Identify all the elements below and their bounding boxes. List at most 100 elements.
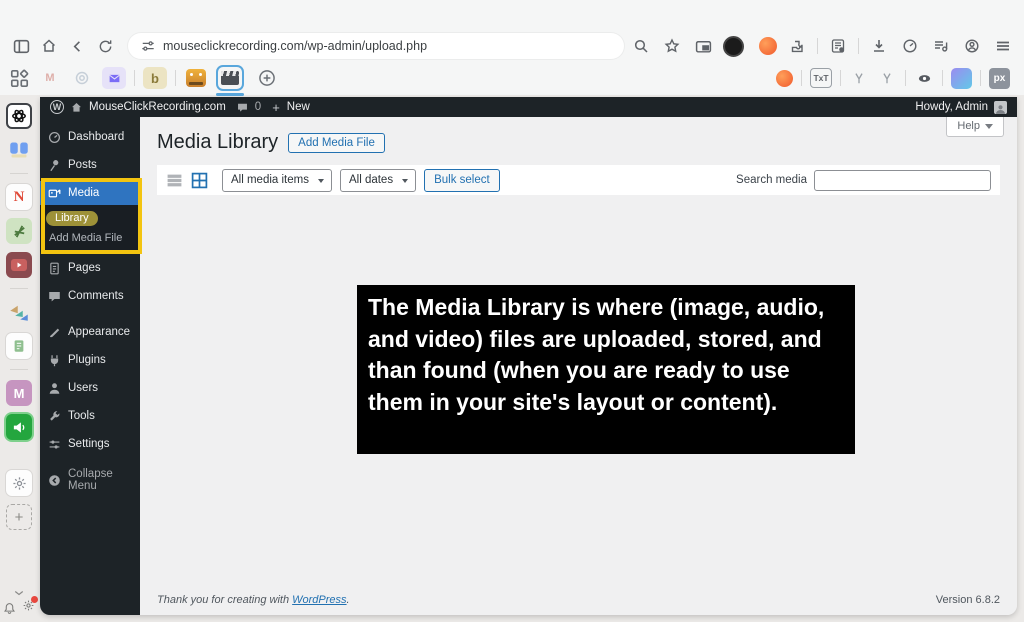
zoom-icon[interactable] [630, 35, 652, 57]
site-name-link[interactable]: MouseClickRecording.com [89, 101, 226, 113]
wand-ext-icon-1[interactable] [849, 68, 869, 88]
reload-icon[interactable] [94, 35, 116, 57]
app-dock: N M + [0, 95, 38, 622]
settings-gear-icon[interactable] [22, 599, 35, 617]
workspaces-grid-icon[interactable] [8, 67, 30, 89]
green-doc-app-icon[interactable] [6, 333, 32, 359]
wp-admin-bar: W MouseClickRecording.com 0 + New Howdy,… [40, 97, 1017, 117]
howdy-text[interactable]: Howdy, Admin [915, 101, 988, 113]
sidebar-item-collapse-menu[interactable]: Collapse Menu [40, 468, 140, 492]
download-icon[interactable] [868, 35, 890, 57]
extension-badges: TxT px [776, 68, 1016, 89]
divider [840, 70, 841, 86]
chevron-down-icon[interactable] [13, 589, 25, 597]
px-ext-icon[interactable]: px [989, 68, 1010, 89]
site-permissions-icon[interactable] [140, 39, 155, 54]
site-home-icon[interactable] [71, 102, 82, 113]
txt-ext-icon[interactable]: TxT [810, 68, 832, 88]
help-button[interactable]: Help [946, 117, 1004, 137]
pinned-tab-ring[interactable] [70, 67, 94, 89]
footer-thanks-text: Thank you for creating with WordPress. [157, 594, 350, 606]
account-icon[interactable] [961, 35, 983, 57]
new-content-link[interactable]: New [287, 101, 310, 113]
sidebar-item-appearance[interactable]: Appearance [40, 320, 140, 344]
tools-wrench-icon [48, 410, 61, 423]
add-app-icon[interactable]: + [6, 504, 32, 530]
sidebar-item-media[interactable]: Media [40, 181, 140, 205]
comments-icon [48, 290, 61, 303]
sidebar-item-settings[interactable]: Settings [40, 432, 140, 456]
canva-ext-icon[interactable] [951, 68, 972, 89]
sidebar-item-users[interactable]: Users [40, 376, 140, 400]
settings-app-icon[interactable] [6, 470, 32, 496]
date-filter-select[interactable]: All dates [340, 169, 416, 192]
media-type-filter-select[interactable]: All media items [222, 169, 332, 192]
speaker-app-icon[interactable] [6, 414, 32, 440]
chatgpt-app-icon[interactable] [6, 103, 32, 129]
menu-gap [40, 312, 140, 320]
media-queue-icon[interactable] [930, 35, 952, 57]
profile-avatar-dark[interactable] [723, 36, 744, 57]
m-app-icon[interactable]: M [6, 380, 32, 406]
divider [134, 70, 135, 86]
notifications-bell-icon[interactable] [3, 602, 16, 615]
sidebar-toggle-icon[interactable] [10, 35, 32, 57]
pinned-tab-clapper-active[interactable] [216, 65, 244, 91]
wordpress-logo-icon[interactable]: W [50, 100, 64, 114]
back-icon[interactable] [66, 35, 88, 57]
performance-gauge-icon[interactable] [899, 35, 921, 57]
orange-ext-icon[interactable] [776, 70, 793, 87]
bulk-select-button[interactable]: Bulk select [424, 169, 500, 192]
menu-icon[interactable] [992, 35, 1014, 57]
eye-ext-icon[interactable] [914, 68, 934, 88]
list-view-icon[interactable] [166, 172, 183, 189]
sidebar-item-plugins[interactable]: Plugins [40, 348, 140, 372]
url-text: mouseclickrecording.com/wp-admin/upload.… [163, 39, 427, 53]
grid-view-icon[interactable] [191, 172, 208, 189]
pinned-tab-m[interactable]: M [38, 67, 62, 89]
pinned-tab-b[interactable]: b [143, 67, 167, 89]
shapes-app-icon[interactable] [6, 299, 32, 325]
sidebar-item-dashboard[interactable]: Dashboard [40, 125, 140, 149]
admin-avatar[interactable] [994, 101, 1007, 114]
posts-pin-icon [48, 159, 61, 172]
clapperboard-icon [221, 71, 239, 85]
home-icon[interactable] [38, 35, 60, 57]
dashboard-icon [48, 131, 61, 144]
plus-icon[interactable]: + [272, 100, 280, 115]
appearance-brush-icon [48, 326, 61, 339]
picture-in-picture-icon[interactable] [692, 35, 714, 57]
video-player-app-icon[interactable] [6, 252, 32, 278]
pinned-tab-robot[interactable] [184, 67, 208, 89]
extensions-puzzle-icon[interactable] [786, 35, 808, 57]
submenu-item-add-media-file[interactable]: Add Media File [40, 228, 140, 246]
add-media-file-button[interactable]: Add Media File [288, 133, 385, 153]
sidebar-item-tools[interactable]: Tools [40, 404, 140, 428]
extension-orange-icon[interactable] [759, 37, 777, 55]
pinned-tab-strip: M b T [0, 63, 1024, 93]
sidebar-item-comments[interactable]: Comments [40, 284, 140, 308]
green-scribble-app-icon[interactable] [6, 218, 32, 244]
n-app-icon[interactable]: N [6, 184, 32, 210]
url-bar[interactable]: mouseclickrecording.com/wp-admin/upload.… [128, 33, 624, 59]
submenu-item-library[interactable]: Library [46, 211, 98, 226]
blue-folders-app-icon[interactable] [6, 137, 32, 163]
chevron-down-icon [985, 124, 993, 129]
new-tab-icon[interactable] [256, 67, 278, 89]
comment-count[interactable]: 0 [255, 101, 261, 113]
sidebar-item-pages[interactable]: Pages [40, 256, 140, 280]
dock-divider [10, 173, 28, 174]
comments-bubble-icon[interactable] [237, 102, 248, 113]
search-media-input[interactable] [814, 170, 991, 191]
wand-ext-icon-2[interactable] [877, 68, 897, 88]
notification-dot [31, 596, 38, 603]
divider [942, 70, 943, 86]
pinned-tab-mail[interactable] [102, 67, 126, 89]
reading-list-icon[interactable] [827, 35, 849, 57]
sidebar-item-posts[interactable]: Posts [40, 153, 140, 177]
bookmark-star-icon[interactable] [661, 35, 683, 57]
dock-bottom-controls [3, 589, 35, 622]
wordpress-link[interactable]: WordPress [292, 594, 346, 606]
browser-chrome: mouseclickrecording.com/wp-admin/upload.… [0, 0, 1024, 95]
pages-icon [48, 262, 61, 275]
